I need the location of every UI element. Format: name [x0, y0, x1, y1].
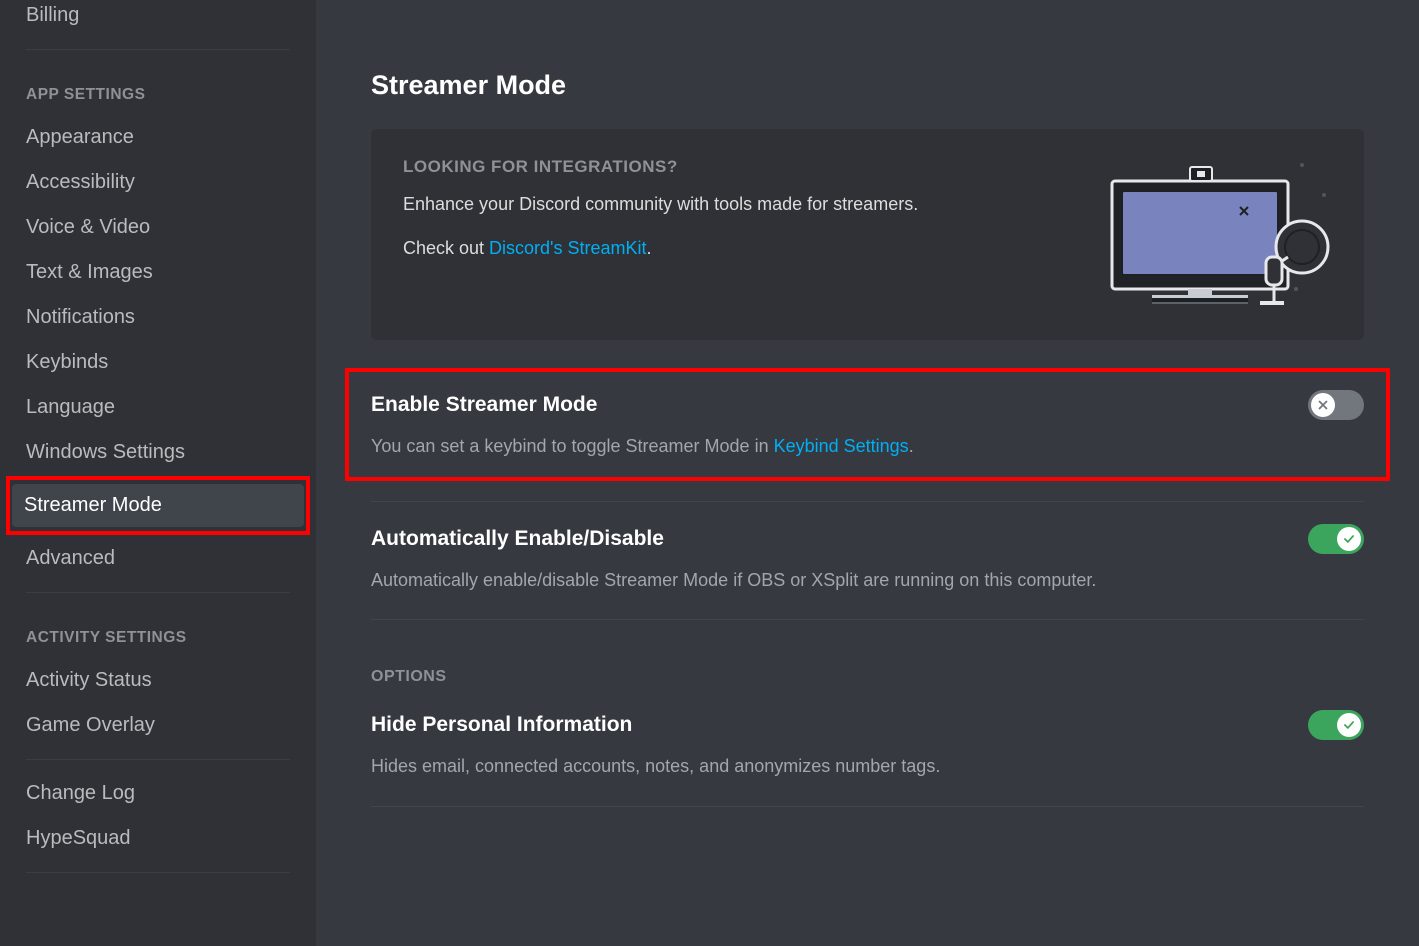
x-icon	[1311, 393, 1335, 417]
options-header: OPTIONS	[371, 668, 1364, 686]
enable-streamer-mode-title: Enable Streamer Mode	[371, 393, 597, 417]
streamkit-link[interactable]: Discord's StreamKit	[489, 238, 646, 258]
page-title: Streamer Mode	[371, 70, 1364, 101]
setting-divider	[371, 806, 1364, 807]
sidebar-header-activity-settings: ACTIVITY SETTINGS	[14, 605, 302, 657]
annotation-highlight-sidebar: Streamer Mode	[6, 476, 310, 535]
hide-personal-info-desc: Hides email, connected accounts, notes, …	[371, 754, 1364, 779]
sidebar-divider	[26, 759, 290, 760]
sidebar-item-notifications[interactable]: Notifications	[14, 296, 302, 339]
integrations-banner: LOOKING FOR INTEGRATIONS? Enhance your D…	[371, 129, 1364, 340]
sidebar-divider	[26, 49, 290, 50]
sidebar-item-activity-status[interactable]: Activity Status	[14, 659, 302, 702]
auto-enable-toggle[interactable]	[1308, 524, 1364, 554]
check-icon	[1337, 713, 1361, 737]
auto-enable-title: Automatically Enable/Disable	[371, 527, 664, 551]
enable-desc-post: .	[909, 436, 914, 456]
sidebar-item-accessibility[interactable]: Accessibility	[14, 161, 302, 204]
hide-personal-info-title: Hide Personal Information	[371, 713, 632, 737]
banner-line-2-pre: Check out	[403, 238, 489, 258]
main-content: Streamer Mode LOOKING FOR INTEGRATIONS? …	[316, 0, 1419, 946]
auto-enable-desc: Automatically enable/disable Streamer Mo…	[371, 568, 1364, 593]
sidebar-item-advanced[interactable]: Advanced	[14, 537, 302, 580]
streaming-illustration	[1092, 157, 1332, 312]
enable-streamer-mode-toggle[interactable]	[1308, 390, 1364, 420]
sidebar-divider	[26, 592, 290, 593]
sidebar-item-game-overlay[interactable]: Game Overlay	[14, 704, 302, 747]
sidebar-item-billing[interactable]: Billing	[14, 0, 302, 37]
sidebar-item-change-log[interactable]: Change Log	[14, 772, 302, 815]
sidebar-item-voice-video[interactable]: Voice & Video	[14, 206, 302, 249]
banner-line-2: Check out Discord's StreamKit.	[403, 235, 1072, 263]
check-icon	[1337, 527, 1361, 551]
sidebar-header-app-settings: APP SETTINGS	[14, 62, 302, 114]
sidebar-item-hypesquad[interactable]: HypeSquad	[14, 817, 302, 860]
annotation-highlight-main: Enable Streamer Mode You can set a keybi…	[345, 368, 1390, 481]
keybind-settings-link[interactable]: Keybind Settings	[774, 436, 909, 456]
sidebar-item-appearance[interactable]: Appearance	[14, 116, 302, 159]
setting-divider	[371, 619, 1364, 620]
enable-streamer-mode-desc: You can set a keybind to toggle Streamer…	[371, 434, 1364, 459]
sidebar-item-streamer-mode[interactable]: Streamer Mode	[12, 484, 304, 527]
sidebar-item-language[interactable]: Language	[14, 386, 302, 429]
banner-line-1: Enhance your Discord community with tool…	[403, 191, 1072, 219]
sidebar-divider	[26, 872, 290, 873]
banner-line-2-post: .	[647, 238, 652, 258]
sidebar-item-keybinds[interactable]: Keybinds	[14, 341, 302, 384]
banner-title: LOOKING FOR INTEGRATIONS?	[403, 157, 1072, 177]
sidebar-item-windows-settings[interactable]: Windows Settings	[14, 431, 302, 474]
hide-personal-info-toggle[interactable]	[1308, 710, 1364, 740]
settings-sidebar: Billing APP SETTINGS Appearance Accessib…	[0, 0, 316, 946]
sidebar-item-text-images[interactable]: Text & Images	[14, 251, 302, 294]
enable-desc-pre: You can set a keybind to toggle Streamer…	[371, 436, 774, 456]
